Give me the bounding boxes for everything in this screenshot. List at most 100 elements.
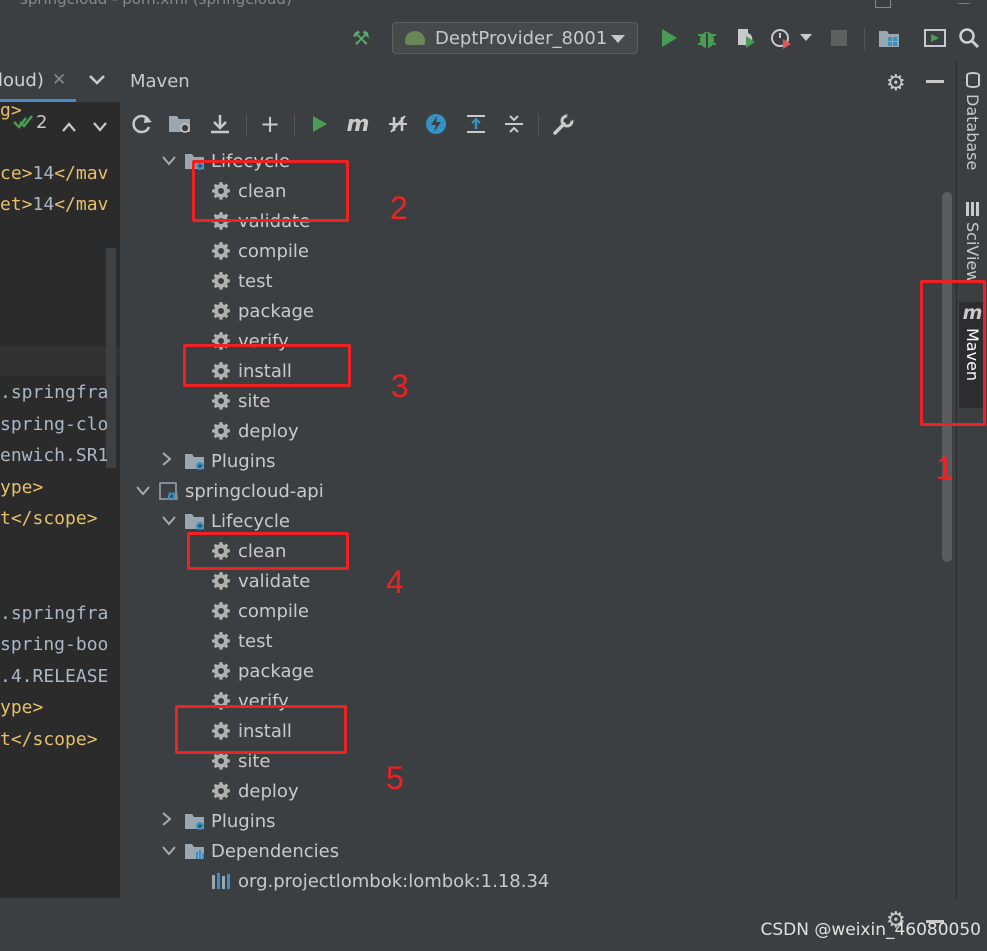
- tree-item-label: Plugins: [211, 450, 276, 472]
- maximize-icon[interactable]: —: [958, 0, 970, 10]
- annotation-box-5: [175, 705, 347, 754]
- tree-goal-compile[interactable]: compile: [211, 596, 309, 626]
- run-icon[interactable]: [656, 24, 682, 52]
- database-icon: [965, 72, 980, 88]
- tree-plugins[interactable]: Plugins: [184, 806, 275, 836]
- tree-item-label: Plugins: [211, 810, 276, 832]
- code-line: .springfra: [0, 382, 108, 403]
- code-token: </mav: [54, 163, 109, 184]
- code-line: ype>: [0, 697, 43, 718]
- tree-goal-deploy[interactable]: deploy: [211, 776, 299, 806]
- code-token: .springfra: [0, 603, 109, 624]
- chevron-right-icon[interactable]: [162, 452, 172, 470]
- code-token: enwich.SR1: [0, 445, 109, 466]
- tree-item-label: org.projectlombok:lombok:1.18.34: [238, 870, 550, 892]
- tree-item-label: springcloud-api: [185, 480, 324, 502]
- tree-goal-compile[interactable]: compile: [211, 236, 309, 266]
- chevron-down-icon[interactable]: [136, 482, 150, 500]
- maven-goal-icon[interactable]: m: [344, 110, 372, 138]
- code-line: t</scope>: [0, 729, 98, 750]
- code-editor[interactable]: loud) ✕ 2 g> ce>14</mav et>14</mav .springf…: [0, 62, 120, 898]
- tree-goal-deploy[interactable]: deploy: [211, 416, 299, 446]
- debug-icon[interactable]: [694, 24, 720, 52]
- run-icon[interactable]: [306, 110, 334, 138]
- annotation-label-2: 2: [390, 190, 408, 226]
- chevron-down-icon[interactable]: [162, 512, 176, 530]
- run-configuration-selector[interactable]: DeptProvider_8001: [392, 22, 638, 54]
- toolbar-separator: [864, 28, 865, 50]
- hammer-icon[interactable]: ⚒: [348, 24, 374, 52]
- toolbar-separator: [538, 114, 539, 136]
- code-token: t</scope>: [0, 508, 98, 529]
- annotation-box-4: [187, 532, 349, 570]
- code-line: spring-clo: [0, 414, 108, 435]
- chevron-down-icon[interactable]: [798, 24, 814, 52]
- tree-item-label: Dependencies: [211, 840, 340, 862]
- annotation-label-4: 4: [386, 564, 404, 600]
- gear-icon: [211, 751, 231, 771]
- search-icon[interactable]: [956, 24, 982, 52]
- code-line: et>14</mav: [0, 194, 108, 215]
- skip-tests-icon[interactable]: [422, 110, 450, 138]
- chevron-down-icon[interactable]: [162, 842, 176, 860]
- stop-icon[interactable]: [826, 24, 852, 52]
- window-title-bar: springcloud - pom.xml (springcloud) —: [0, 0, 987, 16]
- toggle-offline-icon[interactable]: [384, 110, 412, 138]
- tree-goal-test[interactable]: test: [211, 626, 273, 656]
- main-toolbar: ⚒ DeptProvider_8001: [0, 16, 987, 63]
- tree-plugins[interactable]: Plugins: [184, 446, 275, 476]
- folder-gear-icon: [184, 451, 204, 471]
- code-token: .springfra: [0, 382, 109, 403]
- tree-item-label: deploy: [238, 420, 299, 442]
- maven-header: Maven ⚙: [120, 62, 956, 102]
- code-token: spring-boo: [0, 634, 109, 655]
- gear-icon[interactable]: ⚙: [886, 71, 906, 96]
- download-icon[interactable]: [206, 110, 234, 138]
- tree-goal-validate[interactable]: validate: [211, 566, 310, 596]
- annotation-label-1: 1: [936, 450, 954, 486]
- code-token: .4.RELEASE: [0, 666, 109, 687]
- code-line: .4.RELEASE: [0, 666, 108, 687]
- folder-gear-icon: [184, 811, 204, 831]
- wrench-icon[interactable]: [550, 110, 578, 138]
- tree-project-springcloud-api[interactable]: m springcloud-api: [158, 476, 324, 506]
- tab-database[interactable]: Database: [959, 72, 986, 182]
- code-token: ce>: [0, 163, 33, 184]
- code-line: ce>14</mav: [0, 163, 108, 184]
- code-token: ype>: [0, 477, 44, 498]
- coverage-icon[interactable]: [732, 24, 758, 52]
- tree-goal-package[interactable]: package: [211, 296, 314, 326]
- gear-icon: [211, 271, 231, 291]
- collapse-all-icon[interactable]: [500, 110, 528, 138]
- annotation-box-1: [920, 280, 986, 426]
- generate-sources-icon[interactable]: [166, 110, 194, 138]
- chevron-down-icon: [611, 35, 625, 43]
- folder-gear-icon: [184, 511, 204, 531]
- add-icon[interactable]: +: [256, 110, 284, 138]
- minimize-icon[interactable]: [875, 0, 891, 8]
- tree-goal-test[interactable]: test: [211, 266, 273, 296]
- minimize-icon[interactable]: [926, 80, 944, 83]
- code-line: enwich.SR1: [0, 445, 108, 466]
- project-structure-icon[interactable]: [876, 24, 902, 52]
- show-dependencies-icon[interactable]: [462, 110, 490, 138]
- code-token: ype>: [0, 697, 44, 718]
- code-token: spring-clo: [0, 414, 109, 435]
- svg-text:m: m: [167, 489, 178, 501]
- tree-dependencies[interactable]: Dependencies: [184, 836, 339, 866]
- reload-icon[interactable]: [128, 110, 156, 138]
- tree-goal-site[interactable]: site: [211, 386, 271, 416]
- code-token: 14: [32, 163, 55, 184]
- tree-goal-package[interactable]: package: [211, 656, 314, 686]
- run-anything-icon[interactable]: [922, 24, 948, 52]
- profile-icon[interactable]: [768, 24, 794, 52]
- maven-project-tree[interactable]: Lifecycle clean validate compile test package…: [120, 146, 940, 898]
- gear-icon: [211, 601, 231, 621]
- maven-project-icon: m: [158, 481, 178, 501]
- tree-dependency[interactable]: org.projectlombok:lombok:1.18.34: [211, 866, 549, 896]
- tree-item-label: Lifecycle: [211, 510, 290, 532]
- chevron-down-icon[interactable]: [162, 152, 176, 170]
- code-token: t</scope>: [0, 729, 98, 750]
- chevron-right-icon[interactable]: [162, 812, 172, 830]
- code-token: et>: [0, 194, 33, 215]
